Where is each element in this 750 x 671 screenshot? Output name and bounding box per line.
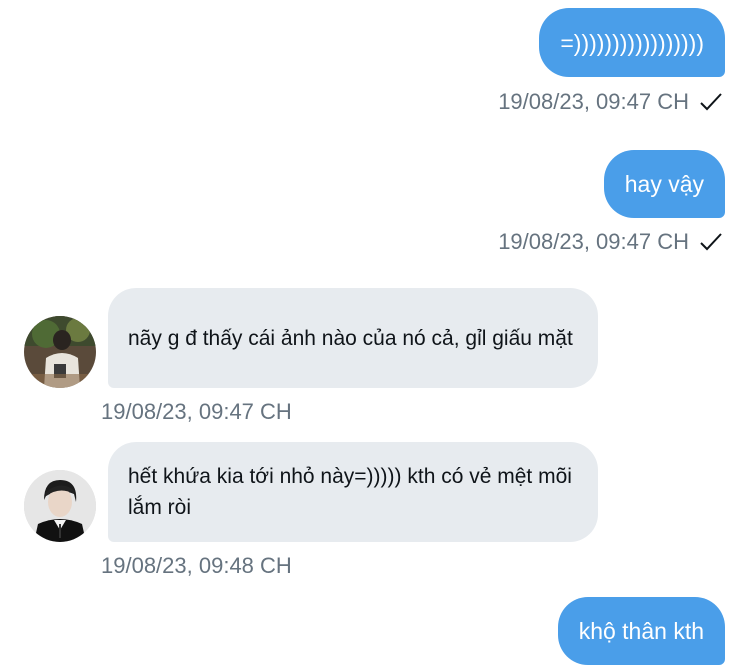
avatar-photo-icon <box>24 316 96 388</box>
message-meta: 19/08/23, 09:48 CH <box>101 552 292 580</box>
outgoing-message-bubble[interactable]: khộ thân kth <box>557 597 725 665</box>
sender-avatar[interactable] <box>24 470 96 542</box>
message-meta: 19/08/23, 09:47 CH <box>101 398 292 426</box>
message-timestamp: 19/08/23, 09:47 CH <box>498 229 689 254</box>
message-text: nãy g đ thấy cái ảnh nào của nó cả, gỉl … <box>128 326 573 350</box>
message-timestamp: 19/08/23, 09:47 CH <box>101 399 292 424</box>
message-text: hết khứa kia tới nhỏ này=))))) kth có vẻ… <box>128 465 572 519</box>
check-icon <box>700 93 722 111</box>
message-text: =))))))))))))))))) <box>560 29 704 56</box>
avatar-photo-icon <box>24 470 96 542</box>
outgoing-message-bubble[interactable]: hay vậy <box>603 150 725 218</box>
message-meta: 19/08/23, 09:47 CH <box>498 228 723 256</box>
message-text: hay vậy <box>624 171 704 197</box>
sender-avatar[interactable] <box>24 316 96 388</box>
outgoing-message-bubble[interactable]: =))))))))))))))))) <box>539 8 725 77</box>
message-timestamp: 19/08/23, 09:47 CH <box>498 89 689 114</box>
message-meta: 19/08/23, 09:47 CH <box>498 88 723 116</box>
message-text: khộ thân kth <box>578 618 704 644</box>
check-icon <box>700 233 722 251</box>
message-timestamp: 19/08/23, 09:48 CH <box>101 553 292 578</box>
incoming-message-bubble[interactable]: hết khứa kia tới nhỏ này=))))) kth có vẻ… <box>108 442 598 542</box>
incoming-message-bubble[interactable]: nãy g đ thấy cái ảnh nào của nó cả, gỉl … <box>108 288 598 388</box>
